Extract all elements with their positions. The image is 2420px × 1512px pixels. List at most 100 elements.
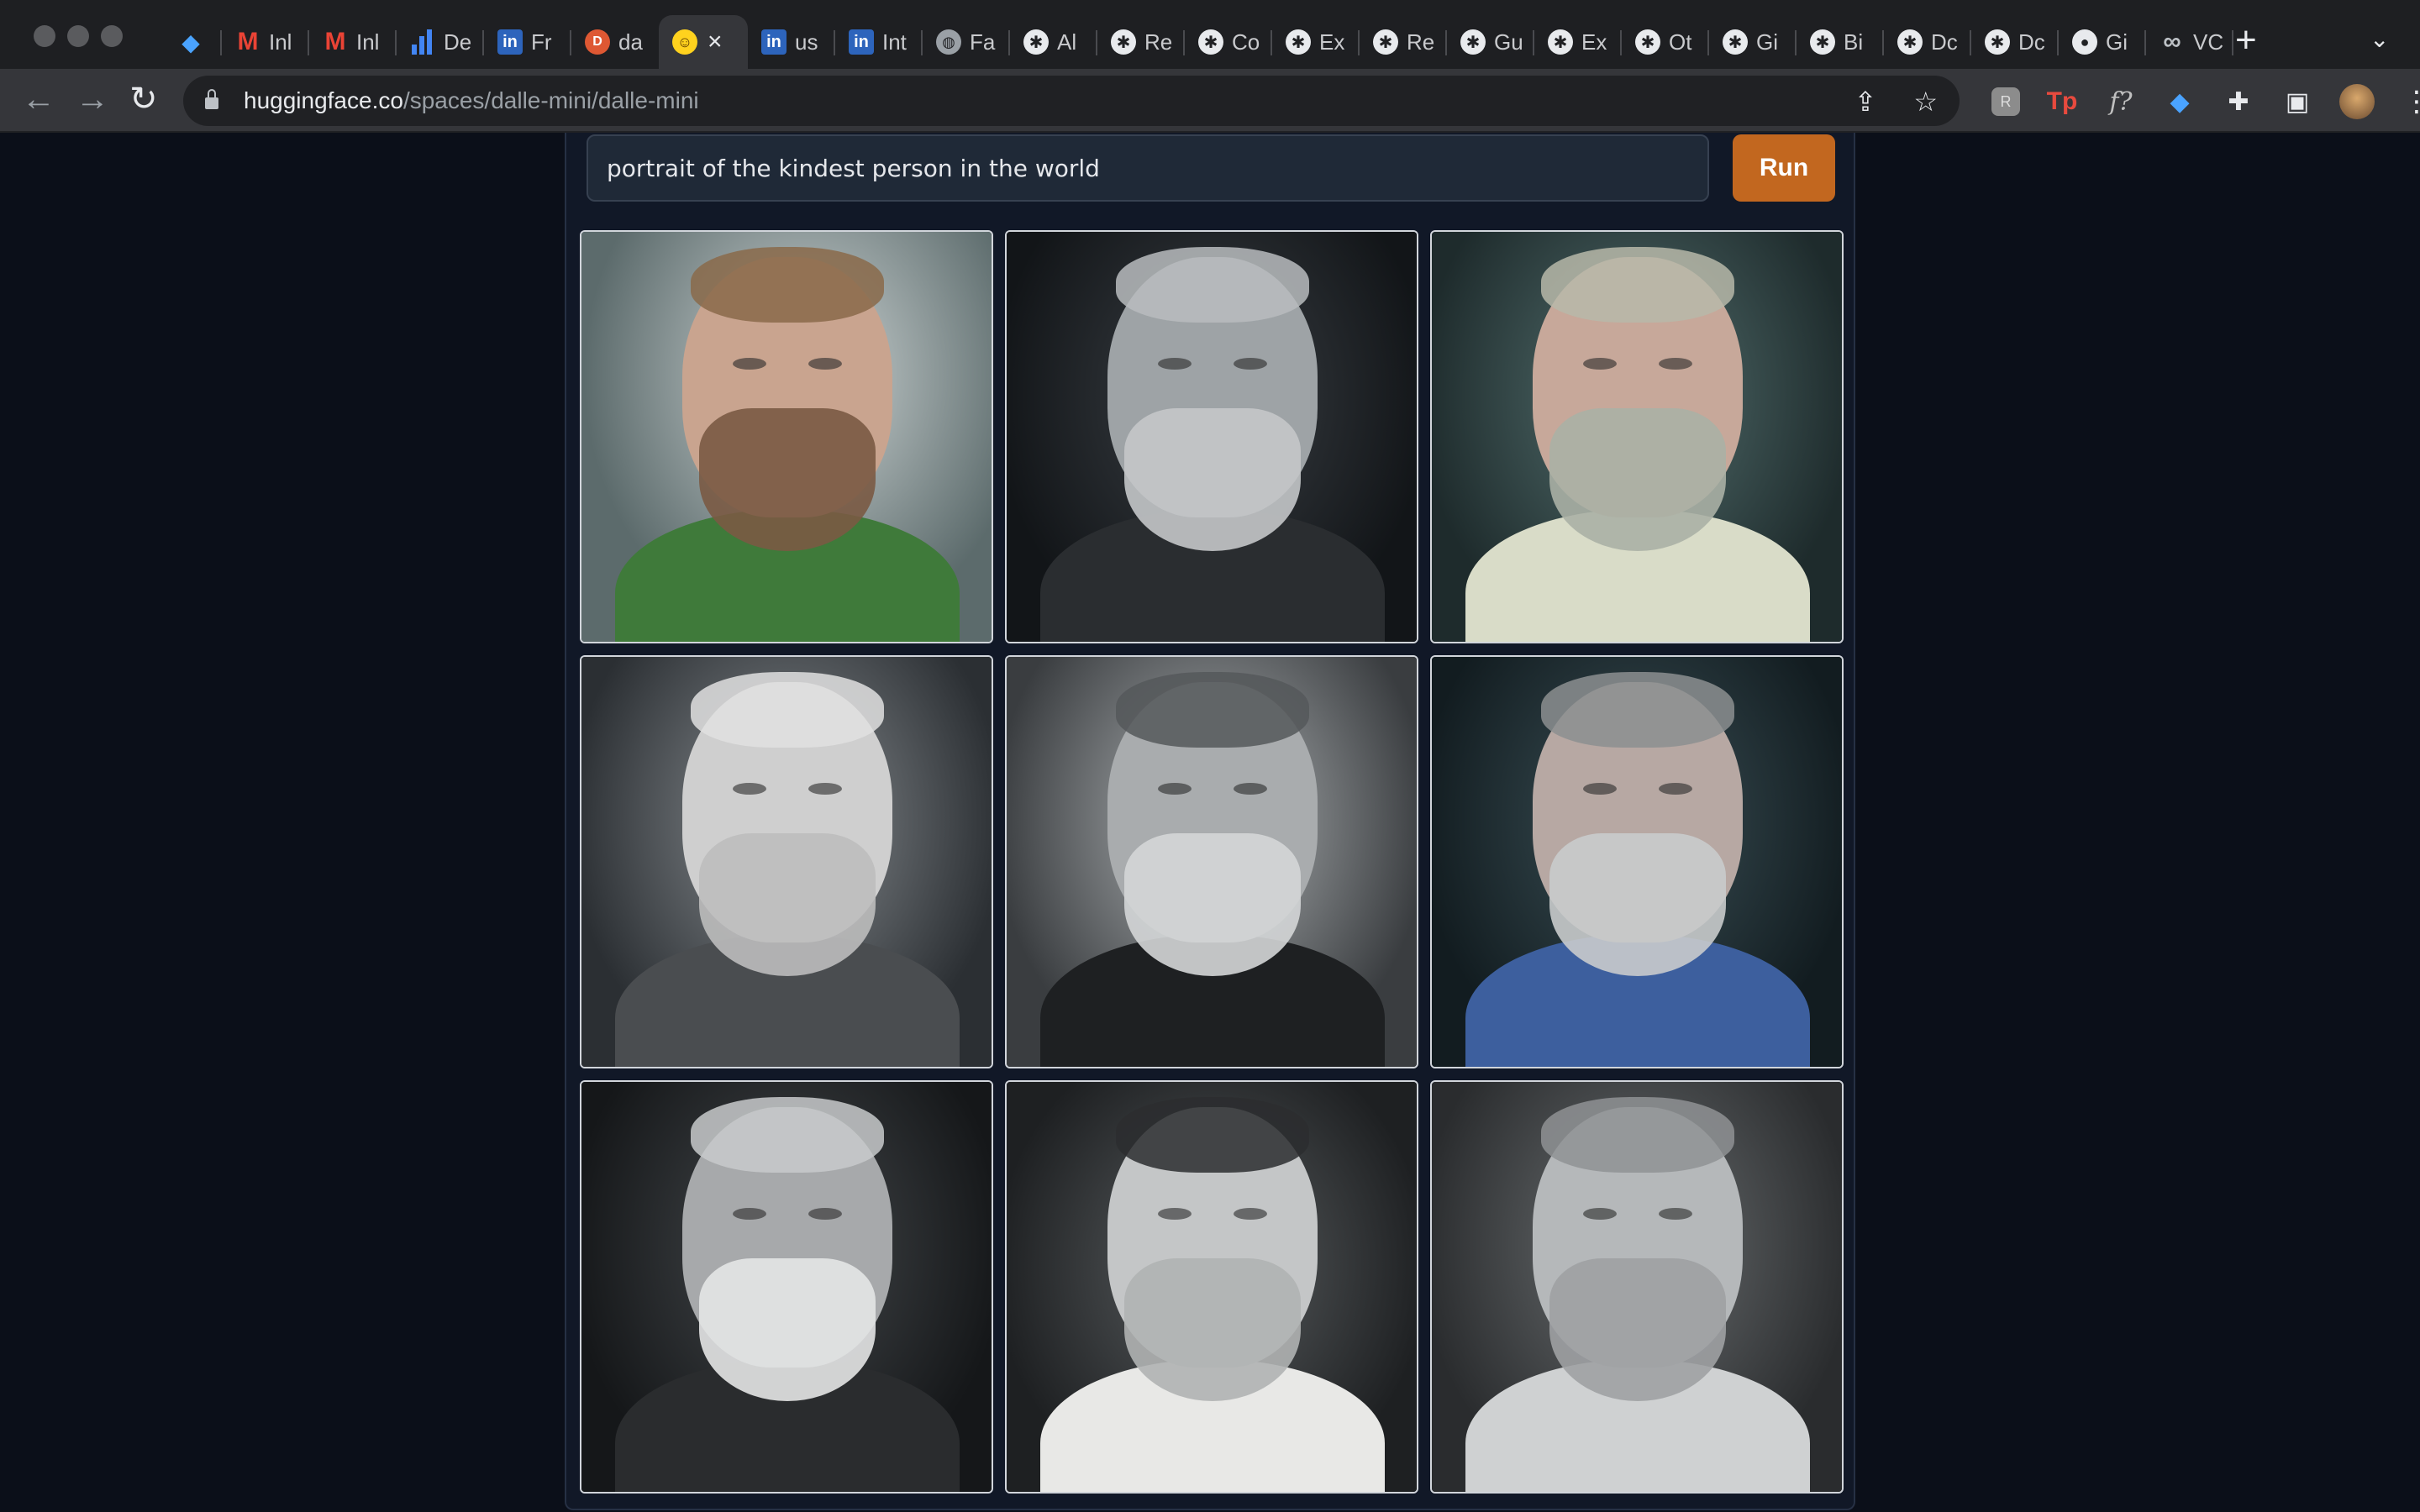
browser-tab[interactable]: ∞ VC (2146, 15, 2233, 69)
portrait-hair (691, 672, 884, 748)
portrait-hair (1541, 672, 1734, 748)
close-window-button[interactable] (34, 25, 55, 47)
huggingface-icon: ☺ (672, 29, 697, 55)
share-icon[interactable]: ⇪ (1854, 86, 1877, 118)
generated-image[interactable] (1005, 230, 1418, 643)
portrait-beard (1549, 833, 1726, 976)
browser-tab[interactable]: ✱ Bi (1797, 15, 1884, 69)
tab-title: Re (1144, 29, 1173, 55)
tab-search-chevron-icon[interactable]: ⌄ (2370, 25, 2389, 53)
minimize-window-button[interactable] (67, 25, 89, 47)
generated-image[interactable] (1005, 655, 1418, 1068)
browser-tab[interactable]: in Int (835, 15, 923, 69)
tab-title: Inl (356, 29, 380, 55)
portrait-eye (1659, 783, 1692, 795)
more-menu-icon[interactable]: ⋮ (2400, 85, 2420, 118)
browser-tab[interactable]: ✱ Gi (1709, 15, 1797, 69)
portrait-eye (808, 783, 842, 795)
extension-tp-icon[interactable]: Tp (2045, 85, 2079, 118)
browser-tab[interactable]: ◆ (165, 15, 222, 69)
browser-tab[interactable]: De (397, 15, 484, 69)
tab-title: Dc (2018, 29, 2045, 55)
portrait-eye (1659, 358, 1692, 370)
new-tab-button[interactable]: + (2235, 22, 2257, 59)
close-tab-icon[interactable]: × (708, 28, 723, 56)
tab-title: De (444, 29, 472, 55)
bookmark-star-icon[interactable]: ☆ (1913, 86, 1938, 118)
portrait-beard (699, 1258, 876, 1401)
portrait-image (1007, 1082, 1417, 1492)
side-panel-icon[interactable]: ▣ (2281, 85, 2314, 118)
url-host: huggingface.co (244, 87, 403, 113)
generated-image[interactable] (580, 230, 993, 643)
browser-tab[interactable]: ✱ Re (1360, 15, 1447, 69)
back-arrow-icon[interactable]: ← (22, 82, 55, 116)
address-bar[interactable]: huggingface.co/spaces/dalle-mini/dalle-m… (183, 76, 1960, 126)
browser-tab[interactable]: ✱ Ex (1272, 15, 1360, 69)
browser-tab[interactable]: ✱ Ex (1534, 15, 1622, 69)
portrait-eye (1583, 1208, 1617, 1220)
portrait-eye (1158, 1208, 1192, 1220)
browser-tab[interactable]: ✱ Dc (1884, 15, 1971, 69)
generated-image[interactable] (580, 1080, 993, 1494)
extension-grey-icon[interactable]: R (1991, 87, 2020, 116)
generated-image[interactable] (1005, 1080, 1418, 1494)
globe-icon: ◍ (936, 29, 961, 55)
browser-tab[interactable]: ✱ Re (1097, 15, 1185, 69)
infinity-icon: ∞ (2163, 28, 2181, 55)
generated-image[interactable] (580, 655, 993, 1068)
portrait-beard (1124, 408, 1301, 551)
gear-icon: ✱ (1460, 29, 1486, 55)
browser-tab[interactable]: ✱ Gu (1447, 15, 1534, 69)
browser-tab[interactable]: M Inl (309, 15, 397, 69)
portrait-hair (691, 247, 884, 323)
generated-image[interactable] (1430, 230, 1844, 643)
browser-tab[interactable]: in Fr (484, 15, 571, 69)
browser-tab[interactable]: ✱ Al (1010, 15, 1097, 69)
browser-tab[interactable]: ✱ Co (1185, 15, 1272, 69)
browser-tab[interactable]: ✱ Ot (1622, 15, 1709, 69)
browser-tab[interactable]: M Inl (222, 15, 309, 69)
generated-image[interactable] (1430, 1080, 1844, 1494)
forward-arrow-icon[interactable]: → (76, 82, 109, 116)
lock-icon[interactable] (205, 89, 218, 109)
browser-tab-active[interactable]: ☺ × (659, 15, 748, 69)
tab-title: Al (1057, 29, 1077, 55)
tab-title: Fr (531, 29, 552, 55)
profile-avatar[interactable] (2339, 84, 2375, 119)
portrait-eye (1158, 358, 1192, 370)
tab-title: Ot (1669, 29, 1692, 55)
portrait-hair (1116, 247, 1309, 323)
generated-image[interactable] (1430, 655, 1844, 1068)
gear-icon: ✱ (1810, 29, 1835, 55)
browser-tab[interactable]: Dda (571, 15, 659, 69)
prompt-row: Run (587, 133, 1837, 217)
tab-title: da (618, 29, 643, 55)
prompt-input[interactable] (587, 134, 1709, 202)
portrait-eye (1234, 1208, 1267, 1220)
extension-f-icon[interactable]: f? (2104, 85, 2138, 118)
browser-tab[interactable]: in us (748, 15, 835, 69)
browser-tab[interactable]: ◍ Fa (923, 15, 1010, 69)
gear-icon: ✱ (1985, 29, 2010, 55)
browser-tab[interactable]: ● Gi (2059, 15, 2146, 69)
gem-icon: ◆ (182, 29, 200, 55)
window-controls (34, 25, 123, 47)
tab-title: Inl (269, 29, 292, 55)
gear-icon: ✱ (1023, 29, 1049, 55)
portrait-image (1432, 1082, 1842, 1492)
portrait-eye (808, 1208, 842, 1220)
portrait-image (581, 1082, 992, 1492)
portrait-hair (1541, 1097, 1734, 1173)
tab-title: VC (2193, 29, 2224, 55)
zoom-window-button[interactable] (101, 25, 123, 47)
browser-tab[interactable]: ✱ Dc (1971, 15, 2059, 69)
extension-gem-icon[interactable]: ◆ (2163, 85, 2196, 118)
run-button[interactable]: Run (1733, 134, 1835, 202)
puzzle-icon[interactable]: ✚ (2222, 85, 2255, 118)
portrait-image (1007, 232, 1417, 642)
gear-icon: ✱ (1723, 29, 1748, 55)
reload-icon[interactable]: ↻ (129, 82, 158, 116)
dalle-mini-app: Run (565, 133, 1855, 1510)
gear-icon: ✱ (1373, 29, 1398, 55)
